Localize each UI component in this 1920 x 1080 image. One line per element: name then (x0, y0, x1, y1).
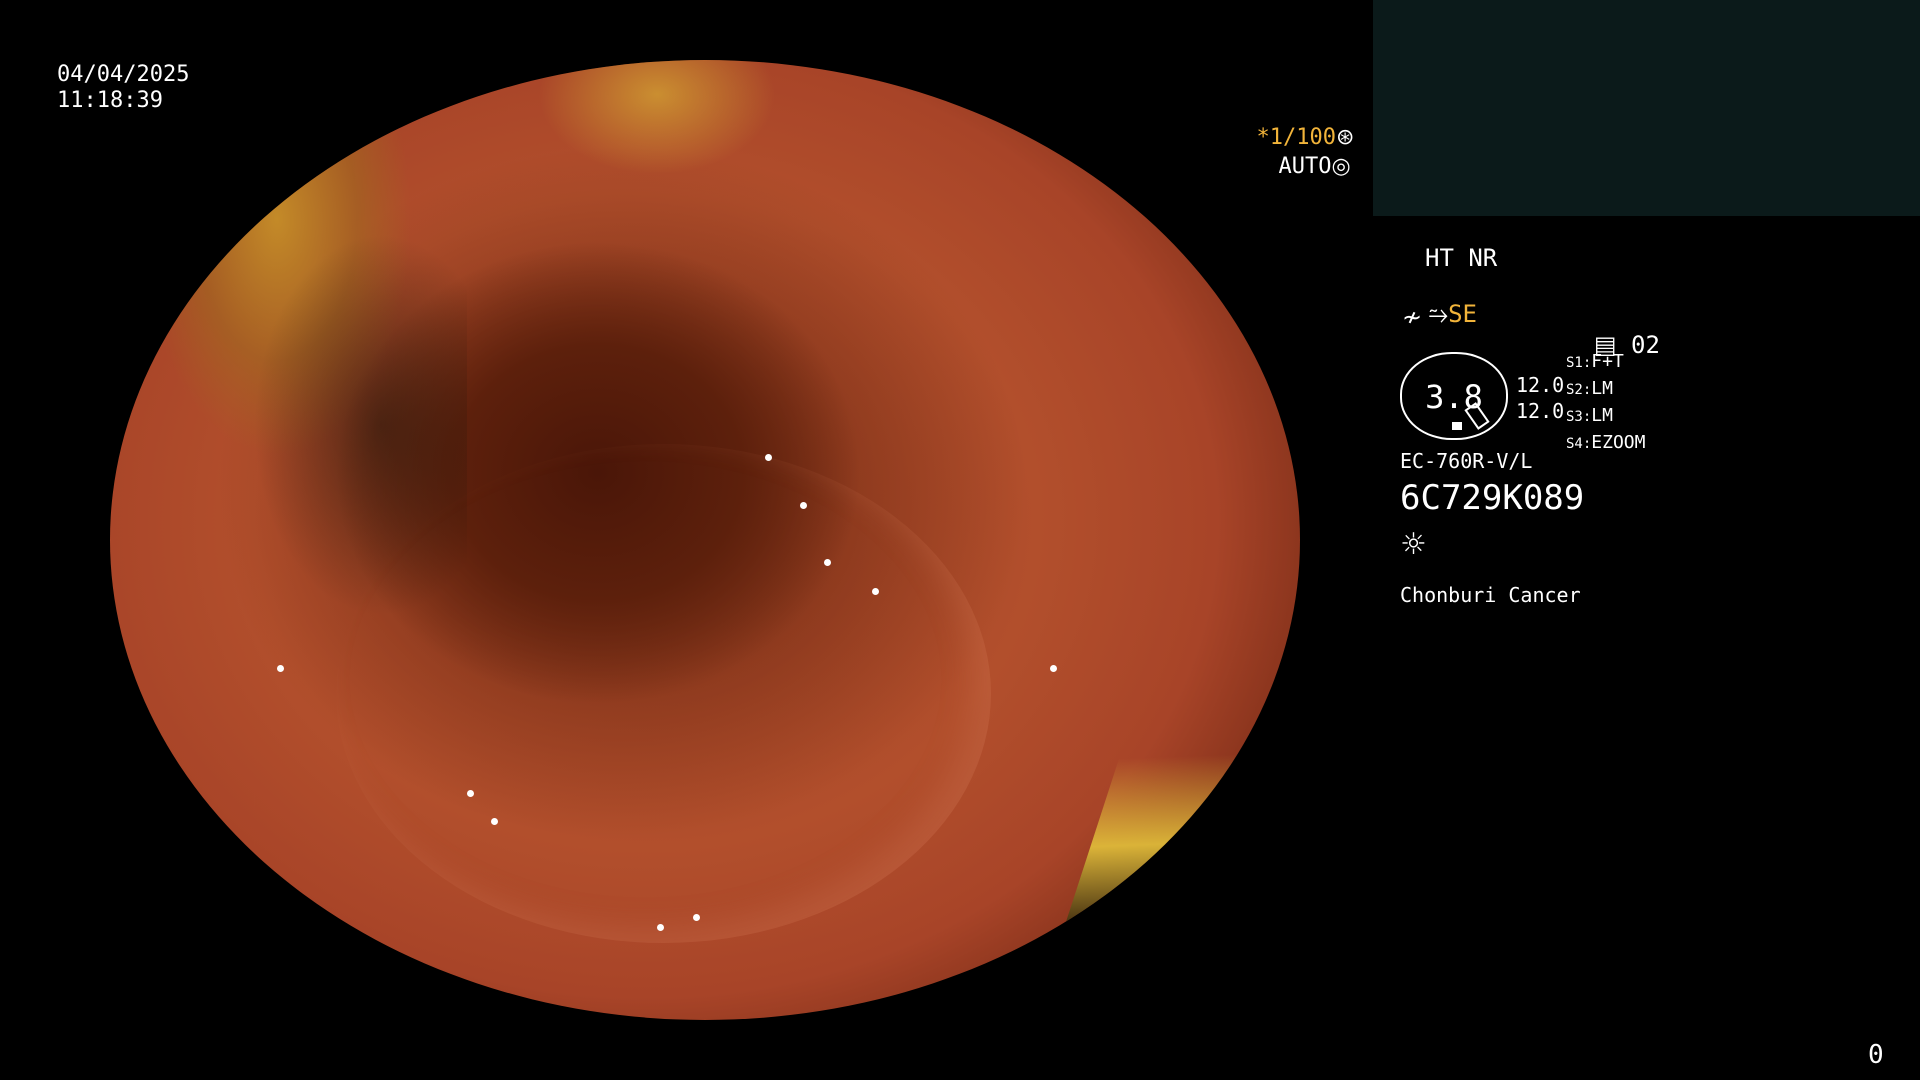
iris-icon: ◎ (1331, 154, 1351, 179)
deposit-region (538, 60, 777, 176)
reflection (764, 453, 772, 461)
date-text: 04/04/2025 (57, 62, 190, 87)
meter-marker (1452, 422, 1462, 430)
value-2: 12.0 (1516, 399, 1565, 423)
scope-model: EC-760R-V/L (1400, 449, 1533, 473)
iris-readout: AUTO◎ (1252, 128, 1351, 180)
instrument-sheath (1051, 581, 1300, 1017)
mucosal-fold (336, 444, 991, 943)
magnification-meter: 3.8 (1400, 352, 1508, 440)
structure-icon: ≁ (1402, 303, 1423, 331)
reflection (871, 588, 879, 595)
light-icon: ☼ (1400, 527, 1427, 562)
top-right-panel (1373, 0, 1920, 216)
value-1: 12.0 (1516, 373, 1565, 397)
switch-row: S4:EZOOM (1566, 432, 1646, 453)
reflection (1050, 664, 1058, 672)
reflection (467, 789, 474, 797)
time-text: 11:18:39 (57, 88, 163, 113)
switch-row: S1:F+T (1566, 351, 1624, 372)
magnification-value: 3.8 (1425, 378, 1483, 416)
switch-row: S2:LM (1566, 378, 1613, 399)
switch-row: S3:LM (1566, 405, 1613, 426)
se-label: SE (1448, 300, 1478, 328)
institution-name: Chonburi Cancer (1400, 583, 1581, 607)
reflection (800, 501, 808, 509)
endoscope-image (110, 60, 1300, 1020)
image-counter: 0 (1868, 1040, 1884, 1070)
scope-icon: ⥲ (1428, 300, 1449, 328)
scope-serial: 6C729K089 (1400, 478, 1585, 518)
enhancement-status: HT NR (1425, 244, 1498, 272)
reflection (276, 664, 284, 672)
switch-list: S1:F+T S2:LM S3:LM S4:EZOOM (1566, 349, 1645, 457)
iris-mode: AUTO (1278, 154, 1332, 179)
